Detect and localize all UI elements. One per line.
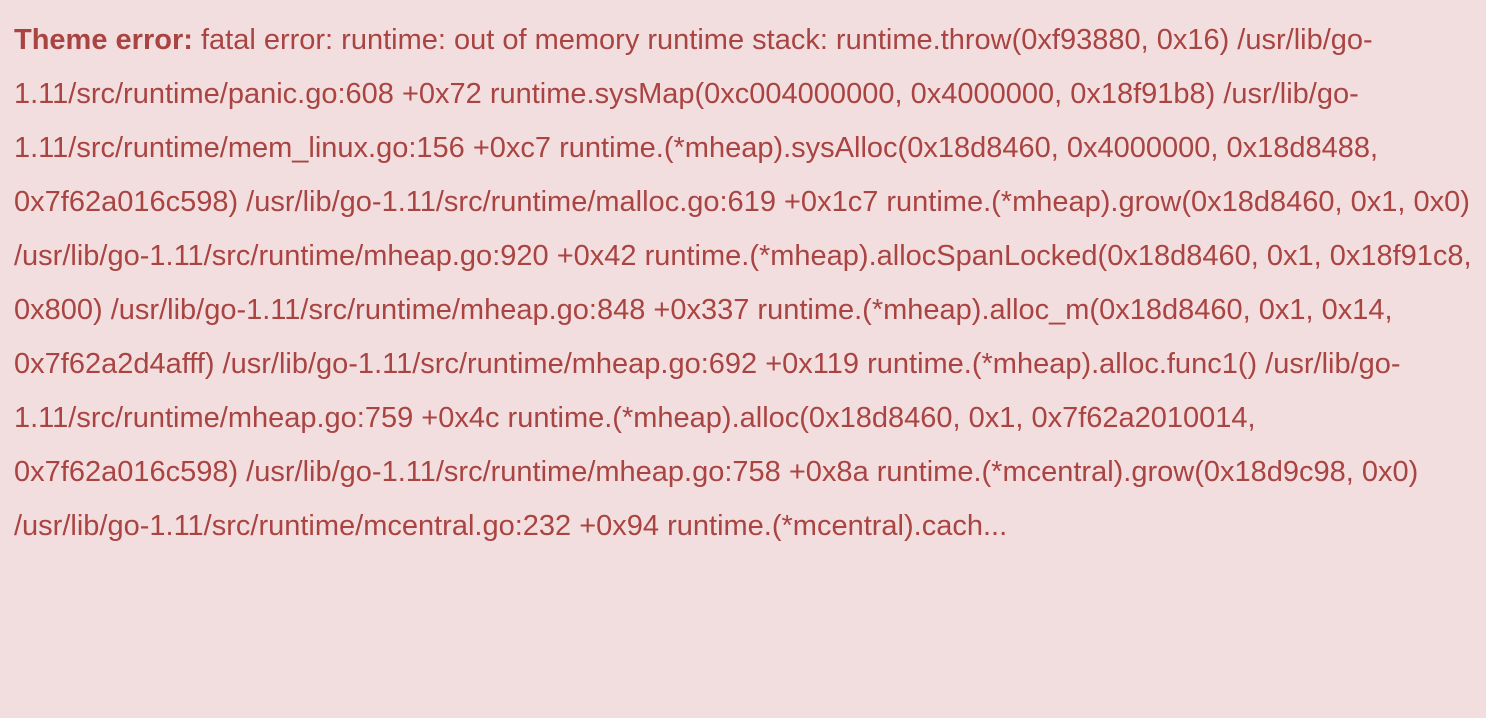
error-message: fatal error: runtime: out of memory runt… [14, 24, 1472, 542]
theme-error-alert: Theme error: fatal error: runtime: out o… [0, 0, 1486, 718]
error-label: Theme error: [14, 24, 193, 56]
